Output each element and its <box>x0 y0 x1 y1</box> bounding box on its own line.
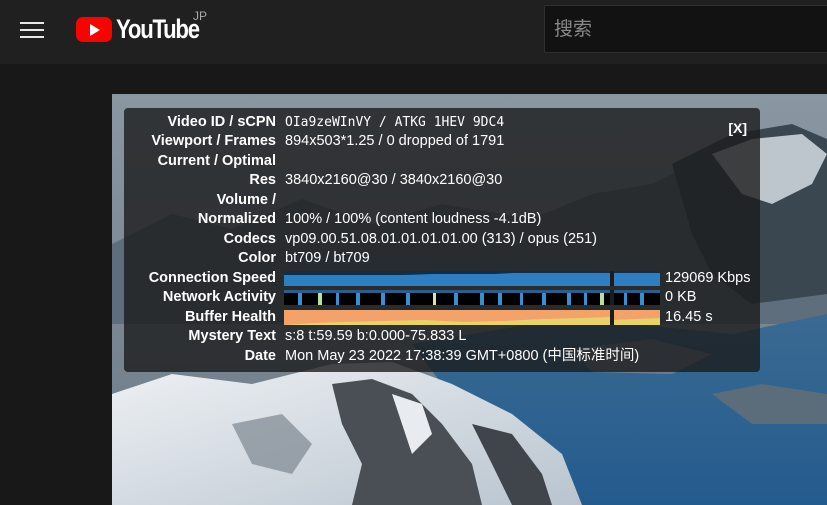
stats-row-network-activity: Network Activity 0 KB <box>124 288 760 307</box>
stats-value: 894x503*1.25 / 0 dropped of 1791 <box>285 133 505 149</box>
stats-row-current-optimal: Current / Optimal <box>124 152 760 171</box>
stats-row-viewport: Viewport / Frames 894x503*1.25 / 0 dropp… <box>124 132 760 151</box>
stats-label: Codecs <box>223 231 276 247</box>
search-input[interactable] <box>545 6 827 52</box>
stats-value: 100% / 100% (content loudness -4.1dB) <box>285 211 542 227</box>
stats-label: Normalized <box>197 211 276 227</box>
network-activity-graph <box>284 290 660 305</box>
stats-value: bt709 / bt709 <box>285 250 370 266</box>
stats-label: Mystery Text <box>188 328 276 344</box>
stats-value: vp09.00.51.08.01.01.01.01.00 (313) / opu… <box>285 231 597 247</box>
stats-label: Date <box>244 348 276 364</box>
stats-for-nerds-panel: [X] Video ID / sCPN OIa9zeWInVY / ATKG 1… <box>124 108 760 372</box>
country-code: JP <box>193 9 208 23</box>
connection-speed-graph <box>284 271 660 286</box>
stats-row-mystery-text: Mystery Text s:8 t:59.59 b:0.000-75.833 … <box>124 327 760 346</box>
stats-label: Color <box>238 250 276 266</box>
stats-label: Volume / <box>216 192 276 208</box>
buffer-health-value: 16.45 s <box>665 309 713 325</box>
stats-value: s:8 t:59.59 b:0.000-75.833 L <box>285 328 467 344</box>
stats-value: 3840x2160@30 / 3840x2160@30 <box>285 172 503 188</box>
stats-value: OIa9zeWInVY / ATKG 1HEV 9DC4 <box>285 115 505 130</box>
menu-icon[interactable] <box>12 10 52 50</box>
youtube-play-icon <box>76 16 112 42</box>
stats-label: Viewport / Frames <box>151 133 276 149</box>
logo-text: YouTube <box>116 13 200 44</box>
buffer-health-graph <box>284 310 660 325</box>
stats-row-res: Res 3840x2160@30 / 3840x2160@30 <box>124 171 760 190</box>
masthead: YouTube JP <box>0 0 827 64</box>
stats-label: Network Activity <box>162 289 276 305</box>
stats-row-color: Color bt709 / bt709 <box>124 249 760 268</box>
stats-label: Video ID / sCPN <box>167 114 276 130</box>
connection-speed-value: 129069 Kbps <box>665 270 751 286</box>
stats-row-normalized: Normalized 100% / 100% (content loudness… <box>124 210 760 229</box>
stats-row-buffer-health: Buffer Health 16.45 s <box>124 308 760 327</box>
stats-row-date: Date Mon May 23 2022 17:38:39 GMT+0800 (… <box>124 347 760 366</box>
network-activity-value: 0 KB <box>665 289 697 305</box>
search-box[interactable] <box>544 5 827 53</box>
stats-row-connection-speed: Connection Speed 129069 Kbps <box>124 269 760 288</box>
stats-label: Res <box>249 172 276 188</box>
stats-label: Current / Optimal <box>157 153 276 169</box>
stats-row-volume: Volume / <box>124 191 760 210</box>
stats-label: Buffer Health <box>184 309 276 325</box>
stats-row-codecs: Codecs vp09.00.51.08.01.01.01.01.00 (313… <box>124 230 760 249</box>
stats-label: Connection Speed <box>148 270 276 286</box>
stats-row-video-id: Video ID / sCPN OIa9zeWInVY / ATKG 1HEV … <box>124 113 760 132</box>
stats-value: Mon May 23 2022 17:38:39 GMT+0800 (中国标准时… <box>285 348 640 364</box>
